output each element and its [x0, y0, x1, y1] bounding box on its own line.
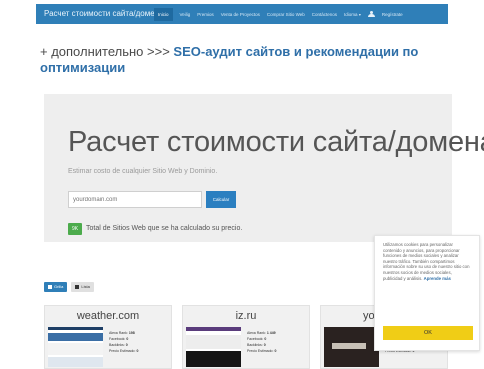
calculate-button[interactable]: Calcular	[206, 191, 236, 208]
count-badge: 9K	[68, 223, 82, 235]
site-thumbnail[interactable]	[48, 327, 103, 367]
stat-label: Facebook:	[247, 337, 264, 341]
nav-item-idioma-label: Idioma	[344, 11, 358, 17]
cookie-consent-popup: Utilizamos cookies para personalizar con…	[374, 235, 480, 351]
nav-item-idioma[interactable]: Idioma ▾	[344, 12, 361, 17]
count-text: Total de Sitios Web que se ha calculado …	[86, 225, 243, 232]
view-toggle: Grilla Lista	[44, 282, 94, 292]
nav-item-venta[interactable]: Venta de Proyectos	[221, 12, 260, 17]
stat-value: 0	[125, 343, 128, 347]
brand-link[interactable]: Расчет стоимости сайта/домена	[44, 9, 164, 18]
stat-label: Backlinks:	[247, 343, 263, 347]
page-subtitle: Estimar costo de cualquier Sitio Web y D…	[68, 168, 218, 175]
card-domain[interactable]: weather.com	[45, 310, 171, 322]
cookie-ok-button[interactable]: OK	[383, 326, 473, 340]
card-stats: Alexa Rank: 198 Facebook: 0 Backlinks: 0…	[109, 330, 138, 354]
nav-item-premios[interactable]: Premios	[197, 12, 214, 17]
stat-price: Precio Estimado: 0	[109, 348, 138, 354]
stat-label: Facebook:	[109, 337, 126, 341]
stat-label: Alexa Rank:	[247, 331, 266, 335]
nav-item-contacto[interactable]: Contáctenos	[312, 12, 337, 17]
stat-label: Precio Estimado:	[109, 349, 136, 353]
navbar: Расчет стоимости сайта/домена Inicio Vei…	[36, 4, 448, 24]
cookie-text-block: Utilizamos cookies para personalizar con…	[383, 242, 471, 281]
stat-value: 0	[263, 343, 266, 347]
estimator-panel: Расчет стоимости сайта/домена Estimar co…	[44, 94, 484, 242]
stat-label: Backlinks:	[109, 343, 125, 347]
list-icon	[75, 285, 80, 289]
cookie-learn-more-link[interactable]: Aprende más	[424, 276, 451, 281]
list-view-label: Lista	[81, 284, 90, 289]
list-view-button[interactable]: Lista	[71, 282, 94, 292]
stat-label: Precio Estimado:	[247, 349, 274, 353]
stat-value: 198	[128, 331, 135, 335]
stat-value: 0	[274, 349, 277, 353]
stat-label: Alexa Rank:	[109, 331, 128, 335]
stat-value: 1 449	[266, 331, 276, 335]
card-domain[interactable]: iz.ru	[183, 310, 309, 322]
nav-item-inicio[interactable]: Inicio	[154, 7, 173, 21]
page-title: Расчет стоимости сайта/домена	[68, 126, 484, 158]
register-link[interactable]: Regístrate	[382, 12, 403, 17]
grid-view-button[interactable]: Grilla	[44, 282, 68, 292]
stat-value: 0	[126, 337, 129, 341]
stat-value: 0	[264, 337, 267, 341]
domain-input[interactable]	[68, 191, 202, 208]
site-thumbnail[interactable]	[186, 327, 241, 367]
promo-prefix: + дополнительно >>>	[40, 44, 170, 59]
grid-view-label: Grilla	[54, 284, 64, 289]
promo-headline: + дополнительно >>> SEO-аудит сайтов и р…	[40, 44, 420, 76]
site-thumbnail[interactable]	[324, 327, 379, 367]
nav-menu: Inicio Veilig Premios Venta de Proyectos…	[154, 4, 403, 24]
card-stats: Alexa Rank: 1 449 Facebook: 0 Backlinks:…	[247, 330, 276, 354]
nav-item-comprar[interactable]: Comprar Sitio Web	[267, 12, 305, 17]
grid-icon	[48, 285, 52, 289]
stat-value: 0	[136, 349, 139, 353]
stat-price: Precio Estimado: 0	[247, 348, 276, 354]
website-card[interactable]: iz.ru Alexa Rank: 1 449 Facebook: 0 Back…	[182, 305, 310, 369]
user-plus-icon[interactable]	[367, 11, 375, 17]
chevron-down-icon: ▾	[358, 11, 361, 17]
nav-item-veilig[interactable]: Veilig	[180, 12, 191, 17]
website-card[interactable]: weather.com Alexa Rank: 198 Facebook: 0 …	[44, 305, 172, 369]
